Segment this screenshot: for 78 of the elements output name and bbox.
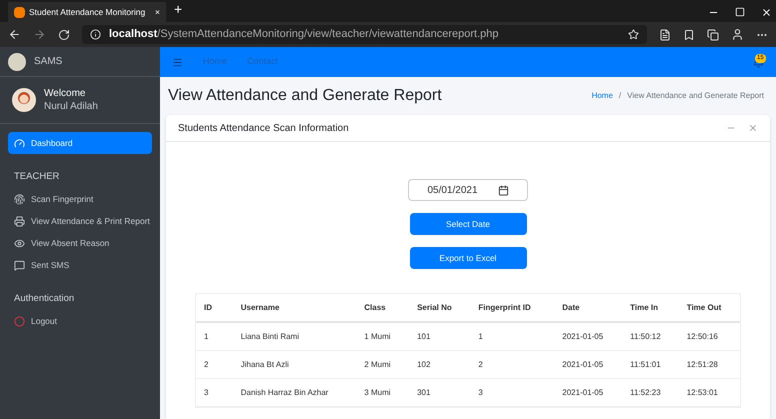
- site-favicon-icon: [14, 6, 25, 18]
- user-name[interactable]: Nurul Adilah: [44, 100, 98, 113]
- circle-icon: [14, 316, 25, 327]
- table-cell-text: Liana Binti Rami: [240, 330, 300, 342]
- brand-name[interactable]: SAMS: [34, 54, 62, 69]
- table-cell-text: Danish Harraz Bin Azhar: [240, 386, 330, 398]
- printer-icon: [14, 216, 25, 227]
- date-field[interactable]: 05/01/2021: [408, 179, 528, 201]
- page-title: View Attendance and Generate Report: [168, 86, 442, 106]
- gauge-icon: [14, 138, 25, 148]
- table-cell-text: 1 Mumi: [363, 330, 392, 342]
- table-cell-text: Jihana Bt Azli: [240, 358, 290, 370]
- sidebar-section-header: Authentication: [13, 292, 76, 306]
- column-header: Time Out: [686, 302, 722, 314]
- table-cell-text: 12:51:28: [686, 358, 719, 370]
- forward-icon[interactable]: [33, 28, 46, 41]
- brand-logo-icon: [8, 52, 26, 70]
- table-cell-text: 301: [416, 386, 432, 398]
- column-header: Username: [240, 302, 280, 314]
- table-cell-text: 11:51:01: [629, 358, 662, 370]
- table-cell-text: 11:52:23: [629, 386, 662, 398]
- column-header: Serial No: [416, 302, 453, 314]
- breadcrumb-current: View Attendance and Generate Report: [627, 90, 764, 102]
- action-button[interactable]: Select Date: [410, 213, 526, 235]
- favorite-icon[interactable]: [628, 29, 639, 40]
- favorites-icon[interactable]: [683, 28, 695, 40]
- action-button[interactable]: Export to Excel: [410, 247, 526, 269]
- calendar-icon: [498, 184, 509, 196]
- tab-title: Student Attendance Monitoring: [29, 6, 146, 18]
- table-cell-text: 2: [203, 358, 210, 370]
- table-cell-text: 12:50:16: [686, 330, 719, 342]
- table-cell-text: 102: [416, 358, 432, 370]
- column-header: ID: [203, 302, 213, 314]
- browser-tab[interactable]: Student Attendance Monitoring ×: [8, 2, 166, 22]
- table-cell-text: 1: [477, 330, 484, 342]
- sidebar-section-header: TEACHER: [13, 170, 60, 184]
- profile-icon[interactable]: [731, 28, 744, 41]
- table-cell-text: 3 Mumi: [363, 386, 392, 398]
- table-cell-text: 3: [203, 386, 210, 398]
- breadcrumb-link[interactable]: Home: [592, 90, 613, 102]
- card-title: Students Attendance Scan Information: [178, 122, 349, 136]
- table-cell-text: 2021-01-05: [561, 330, 604, 342]
- column-header: Class: [363, 302, 387, 314]
- sidebar-item[interactable]: Logout: [8, 310, 152, 332]
- breadcrumb-separator: /: [618, 90, 622, 102]
- reload-icon[interactable]: [58, 28, 70, 40]
- eye-icon: [14, 238, 25, 249]
- sidebar-item[interactable]: View Absent Reason: [8, 232, 152, 254]
- table-cell-text: 1: [203, 330, 210, 342]
- column-header: Fingerprint ID: [477, 302, 532, 314]
- new-tab-button[interactable]: +: [174, 0, 182, 20]
- address-bar[interactable]: localhost/SystemAttendanceMonitoring/view/teacher/viewattendancereport.php: [82, 25, 647, 44]
- sidebar-item[interactable]: Sent SMS: [8, 254, 152, 276]
- close-tab-button[interactable]: ×: [155, 6, 160, 18]
- table-cell-text: 11:50:12: [629, 330, 662, 342]
- table-cell-text: 2: [477, 358, 484, 370]
- sidebar-item[interactable]: Scan Fingerprint: [8, 188, 152, 210]
- column-header: Date: [561, 302, 581, 314]
- sidebar-item[interactable]: Dashboard: [8, 132, 152, 154]
- close-icon[interactable]: [761, 7, 772, 18]
- chat-bubble-icon: [14, 260, 25, 271]
- table-cell-text: 2021-01-05: [561, 386, 604, 398]
- welcome-text: Welcome: [44, 87, 86, 100]
- table-cell-text: 3: [477, 386, 484, 398]
- back-icon[interactable]: [8, 28, 21, 41]
- table-cell-text: 2021-01-05: [561, 358, 604, 370]
- column-header: Time In: [629, 302, 660, 314]
- fingerprint-icon: [14, 194, 25, 205]
- maximize-icon[interactable]: [735, 7, 745, 17]
- table-cell-text: 101: [416, 330, 432, 342]
- reading-view-icon[interactable]: [659, 28, 671, 40]
- table-cell-text: 12:53:01: [686, 386, 719, 398]
- sidebar-item[interactable]: View Attendance & Print Report: [8, 210, 152, 232]
- avatar-icon: [12, 88, 36, 112]
- table-cell-text: 2 Mumi: [363, 358, 392, 370]
- url-text: localhost/SystemAttendanceMonitoring/view/teacher/viewattendancereport.php: [109, 27, 498, 42]
- collections-icon[interactable]: [707, 28, 719, 40]
- info-icon: [90, 29, 101, 40]
